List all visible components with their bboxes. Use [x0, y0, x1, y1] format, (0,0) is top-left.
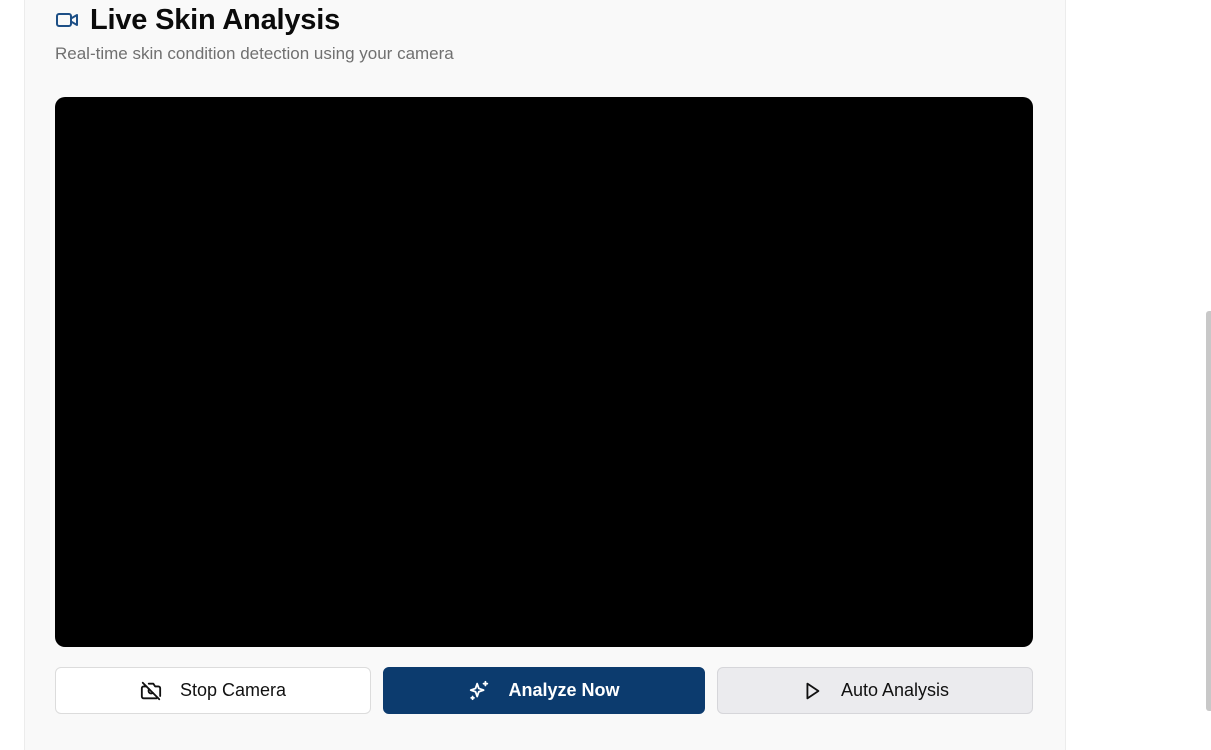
auto-analysis-button[interactable]: Auto Analysis — [717, 667, 1033, 714]
page-title: Live Skin Analysis — [90, 3, 340, 36]
camera-off-icon — [140, 680, 162, 702]
stop-camera-button[interactable]: Stop Camera — [55, 667, 371, 714]
scrollbar-thumb[interactable] — [1206, 311, 1211, 711]
camera-video-feed[interactable] — [55, 97, 1033, 647]
auto-analysis-label: Auto Analysis — [840, 680, 950, 700]
page-header: Live Skin Analysis — [55, 2, 340, 38]
stop-camera-label: Stop Camera — [179, 680, 287, 700]
video-camera-icon — [55, 8, 79, 32]
play-icon — [801, 680, 823, 702]
analyze-now-label: Analyze Now — [508, 680, 620, 700]
sparkles-icon — [468, 680, 490, 702]
page-subtitle: Real-time skin condition detection using… — [55, 44, 454, 63]
analyze-now-button[interactable]: Analyze Now — [383, 667, 705, 714]
